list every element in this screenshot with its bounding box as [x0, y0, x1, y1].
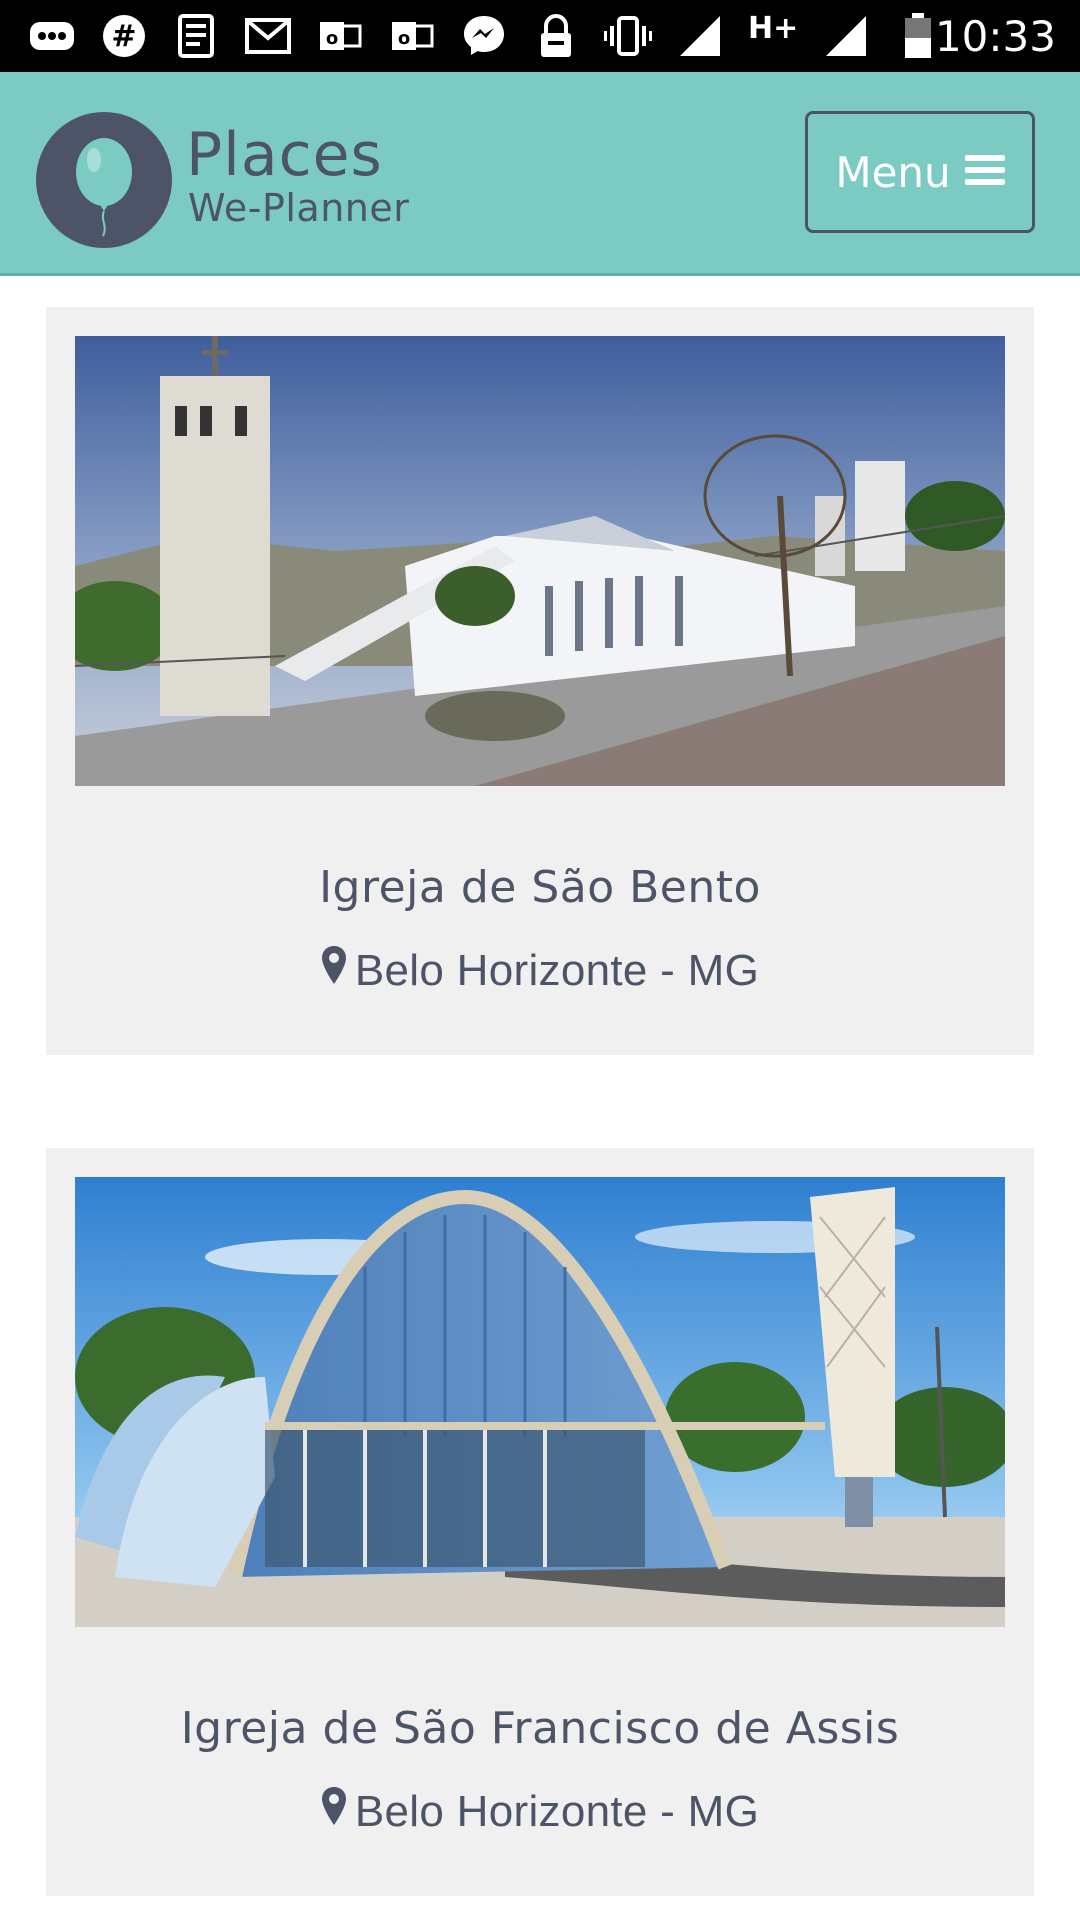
place-location: Belo Horizonte - MG [46, 945, 1034, 996]
news-icon [172, 12, 220, 60]
location-text: Belo Horizonte - MG [354, 945, 760, 995]
svg-text:o: o [398, 28, 410, 49]
brand-subtitle[interactable]: We-Planner [188, 186, 409, 230]
map-marker-icon [321, 945, 347, 996]
place-card[interactable]: Igreja de São Francisco de Assis Belo Ho… [46, 1148, 1034, 1896]
svg-text:o: o [326, 28, 338, 49]
gmail-icon [244, 12, 292, 60]
outlook-icon: o [316, 12, 364, 60]
hamburger-icon [964, 148, 1005, 197]
lock-icon [532, 12, 580, 60]
signal-icon [822, 12, 870, 60]
status-time: 10:33 [934, 11, 1056, 61]
location-text: Belo Horizonte - MG [354, 1786, 760, 1836]
outlook-icon: o [388, 12, 436, 60]
menu-label: Menu [835, 147, 951, 197]
place-title[interactable]: Igreja de São Francisco de Assis [46, 1703, 1034, 1754]
brand-title[interactable]: Places [186, 120, 383, 190]
messenger-icon [460, 12, 508, 60]
app-header: Places We-Planner Menu [0, 72, 1080, 276]
place-photo[interactable] [75, 1177, 1005, 1627]
place-title[interactable]: Igreja de São Bento [46, 862, 1034, 913]
place-photo[interactable] [75, 336, 1005, 786]
signal-icon [676, 12, 724, 60]
vibrate-icon [604, 12, 652, 60]
menu-button[interactable]: Menu [805, 111, 1035, 233]
network-type: H+ [748, 11, 799, 46]
hashtag-icon: # [100, 12, 148, 60]
svg-text:#: # [111, 19, 136, 54]
place-location: Belo Horizonte - MG [46, 1786, 1034, 1837]
more-icon [28, 12, 76, 60]
map-marker-icon [321, 1786, 347, 1837]
balloon-logo-icon[interactable] [36, 112, 172, 248]
status-bar: # o o H+ 10:33 [0, 0, 1080, 72]
place-card[interactable]: Igreja de São Bento Belo Horizonte - MG [46, 307, 1034, 1055]
notification-icons: # o o H+ [28, 10, 942, 62]
